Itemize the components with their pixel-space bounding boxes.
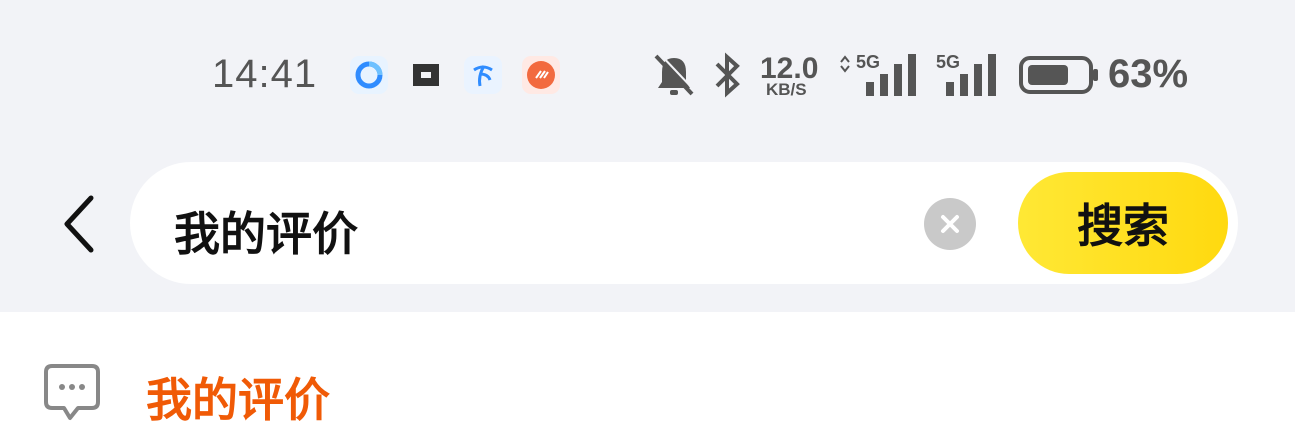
signal2-label: 5G: [936, 52, 960, 72]
suggestion-item[interactable]: 我的评价: [0, 312, 1295, 434]
cloud-app-icon: [350, 56, 388, 94]
network-speed: 12.0 KB/S: [760, 50, 824, 100]
search-button[interactable]: 搜索: [1018, 172, 1228, 274]
network-speed-unit: KB/S: [766, 80, 807, 99]
signal-icon: 5G: [936, 50, 1000, 100]
signal-icon: 5G: [838, 50, 920, 100]
battery-percent: 63%: [1108, 52, 1189, 96]
music-app-icon: [522, 56, 560, 94]
link-app-icon: [407, 56, 445, 94]
clear-button[interactable]: [924, 198, 976, 250]
comment-icon: [44, 362, 100, 426]
status-bar: 14:41 12.0 KB/S 5G 5G 63%: [0, 0, 1295, 150]
mute-bell-icon: [652, 50, 696, 100]
back-button[interactable]: [56, 192, 102, 256]
close-icon: [941, 215, 959, 233]
chevron-left-icon: [64, 195, 94, 253]
search-input[interactable]: 我的评价: [174, 198, 358, 264]
bluetooth-icon: [712, 50, 742, 100]
status-time: 14:41: [212, 52, 318, 96]
signal1-label: 5G: [856, 52, 880, 72]
battery-icon: [1018, 50, 1100, 100]
suggestion-list: 我的评价: [0, 312, 1295, 434]
suggestion-label: 我的评价: [146, 374, 330, 426]
search-box[interactable]: 我的评价 搜索: [130, 162, 1238, 284]
telecom-app-icon: [464, 56, 502, 94]
